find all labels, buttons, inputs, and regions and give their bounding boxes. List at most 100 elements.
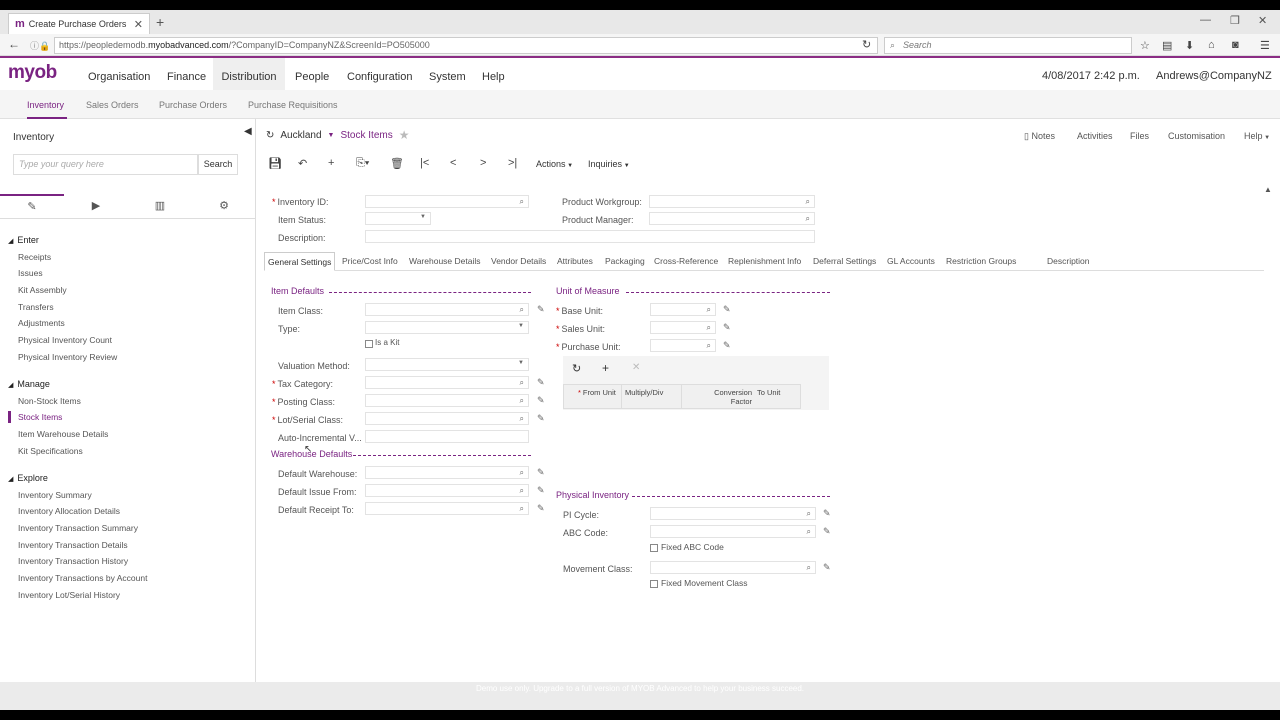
edit-pencil-icon[interactable]: ✎	[0, 194, 64, 219]
sidebar-item-receipts[interactable]: Receipts	[18, 252, 51, 262]
subnav-inventory[interactable]: Inventory	[27, 100, 64, 110]
description-input[interactable]	[365, 230, 815, 243]
tab-price-cost-info[interactable]: Price/Cost Info	[339, 252, 401, 271]
activities-link[interactable]: Activities	[1077, 131, 1113, 141]
reload-icon[interactable]: ↻	[862, 38, 871, 51]
delete-icon[interactable]: 🗑︎	[390, 157, 404, 170]
browser-tab[interactable]: m Create Purchase Orders ✕	[8, 13, 150, 34]
collapse-sidebar-icon[interactable]: ◀	[244, 126, 252, 137]
lookup-icon[interactable]: ⌕	[520, 468, 524, 478]
edit-pencil-icon[interactable]: ✎	[723, 340, 731, 351]
tax-category-input[interactable]: ⌕	[365, 376, 529, 389]
browser-search-input[interactable]: ⌕ Search	[884, 37, 1132, 54]
tab-deferral-settings[interactable]: Deferral Settings	[810, 252, 879, 271]
user-menu[interactable]: Andrews@CompanyNZ	[1156, 70, 1272, 82]
close-tab-icon[interactable]: ✕	[134, 18, 143, 31]
tab-gl-accounts[interactable]: GL Accounts	[884, 252, 938, 271]
breadcrumb-company[interactable]: Auckland	[280, 130, 321, 141]
site-info-icon[interactable]: ⓘ🔒	[30, 39, 50, 52]
customisation-link[interactable]: Customisation	[1168, 131, 1225, 141]
favorite-star-icon[interactable]: ★	[399, 128, 410, 142]
sidebar-item-inventory-summary[interactable]: Inventory Summary	[18, 490, 92, 500]
posting-class-input[interactable]: ⌕	[365, 394, 529, 407]
edit-pencil-icon[interactable]: ✎	[823, 562, 831, 573]
sidebar-item-item-warehouse-details[interactable]: Item Warehouse Details	[18, 429, 108, 439]
bookmark-star-icon[interactable]: ☆	[1140, 39, 1150, 52]
edit-pencil-icon[interactable]: ✎	[723, 322, 731, 333]
sidebar-item-adjustments[interactable]: Adjustments	[18, 318, 65, 328]
sidebar-item-inventory-transaction-summary[interactable]: Inventory Transaction Summary	[18, 523, 138, 533]
edit-pencil-icon[interactable]: ✎	[537, 413, 545, 424]
sidebar-item-kit-specifications[interactable]: Kit Specifications	[18, 446, 83, 456]
lookup-icon[interactable]: ⌕	[707, 323, 711, 333]
nav-organisation[interactable]: Organisation	[80, 58, 158, 90]
minimize-icon[interactable]: —	[1200, 14, 1211, 26]
reading-list-icon[interactable]: ▤	[1162, 39, 1172, 52]
edit-pencil-icon[interactable]: ✎	[823, 508, 831, 519]
undo-icon[interactable]: ↶	[298, 157, 307, 170]
tab-replenishment-info[interactable]: Replenishment Info	[725, 252, 804, 271]
sidebar-item-stock-items[interactable]: Stock Items	[18, 412, 62, 422]
sidebar-item-inventory-transactions-by-account[interactable]: Inventory Transactions by Account	[18, 573, 147, 583]
tab-vendor-details[interactable]: Vendor Details	[488, 252, 549, 271]
files-link[interactable]: Files	[1130, 131, 1149, 141]
edit-pencil-icon[interactable]: ✎	[537, 395, 545, 406]
sidebar-search-input[interactable]: Type your query here	[13, 154, 198, 175]
nav-finance[interactable]: Finance	[159, 58, 214, 90]
download-icon[interactable]: ⬇	[1185, 39, 1194, 52]
report-icon[interactable]: ▥	[128, 194, 192, 219]
restore-icon[interactable]: ❐	[1230, 14, 1240, 27]
inquiries-menu[interactable]: Inquiries ▼	[588, 159, 630, 169]
sidebar-group-enter[interactable]: ◢ Enter	[8, 235, 39, 245]
sidebar-group-explore[interactable]: ◢ Explore	[8, 473, 48, 483]
edit-pencil-icon[interactable]: ✎	[537, 377, 545, 388]
subnav-sales-orders[interactable]: Sales Orders	[86, 100, 139, 110]
add-icon[interactable]: +	[328, 157, 334, 169]
tab-general-settings[interactable]: General Settings	[264, 252, 336, 271]
default-receipt-to-input[interactable]: ⌕	[365, 502, 529, 515]
tab-attributes[interactable]: Attributes	[554, 252, 596, 271]
next-record-icon[interactable]: >	[480, 157, 486, 169]
product-manager-input[interactable]: ⌕	[649, 212, 815, 225]
edit-pencil-icon[interactable]: ✎	[537, 485, 545, 496]
default-issue-from-input[interactable]: ⌕	[365, 484, 529, 497]
lookup-icon[interactable]: ⌕	[807, 527, 811, 537]
last-record-icon[interactable]: >|	[508, 157, 517, 169]
edit-pencil-icon[interactable]: ✎	[537, 503, 545, 514]
sidebar-item-issues[interactable]: Issues	[18, 268, 43, 278]
play-icon[interactable]: ▶	[64, 194, 128, 219]
nav-help[interactable]: Help	[474, 58, 513, 90]
notes-link[interactable]: ▯ Notes	[1024, 131, 1055, 142]
type-select[interactable]: ▼	[365, 321, 529, 334]
help-menu[interactable]: Help ▼	[1244, 131, 1270, 141]
sidebar-item-inventory-transaction-details[interactable]: Inventory Transaction Details	[18, 540, 128, 550]
sidebar-item-inventory-allocation-details[interactable]: Inventory Allocation Details	[18, 506, 120, 516]
edit-pencil-icon[interactable]: ✎	[723, 304, 731, 315]
abc-code-input[interactable]: ⌕	[650, 525, 816, 538]
close-window-icon[interactable]: ✕	[1258, 14, 1267, 27]
tab-description[interactable]: Description	[1044, 252, 1093, 271]
sidebar-item-non-stock-items[interactable]: Non-Stock Items	[18, 396, 81, 406]
default-warehouse-input[interactable]: ⌕	[365, 466, 529, 479]
lookup-icon[interactable]: ⌕	[520, 378, 524, 388]
lookup-icon[interactable]: ⌕	[806, 197, 810, 207]
tab-warehouse-details[interactable]: Warehouse Details	[406, 252, 484, 271]
sidebar-item-inventory-lot-serial-history[interactable]: Inventory Lot/Serial History	[18, 590, 120, 600]
tab-packaging[interactable]: Packaging	[602, 252, 648, 271]
back-icon[interactable]: ←	[8, 37, 20, 51]
auto-incremental-input[interactable]	[365, 430, 529, 443]
sidebar-item-physical-inventory-review[interactable]: Physical Inventory Review	[18, 352, 117, 362]
item-class-input[interactable]: ⌕	[365, 303, 529, 316]
lookup-icon[interactable]: ⌕	[807, 563, 811, 573]
sidebar-item-inventory-transaction-history[interactable]: Inventory Transaction History	[18, 556, 128, 566]
breadcrumb-dropdown-icon[interactable]: ▼	[328, 132, 335, 139]
nav-configuration[interactable]: Configuration	[339, 58, 420, 90]
nav-distribution[interactable]: Distribution	[213, 58, 285, 90]
sidebar-item-kit-assembly[interactable]: Kit Assembly	[18, 285, 67, 295]
sidebar-item-transfers[interactable]: Transfers	[18, 302, 54, 312]
breadcrumb-screen[interactable]: Stock Items	[340, 130, 392, 141]
item-status-select[interactable]: ▼	[365, 212, 431, 225]
collapse-header-icon[interactable]: ▲	[1264, 185, 1272, 194]
nav-people[interactable]: People	[287, 58, 337, 90]
save-icon[interactable]: 💾︎	[268, 157, 282, 170]
